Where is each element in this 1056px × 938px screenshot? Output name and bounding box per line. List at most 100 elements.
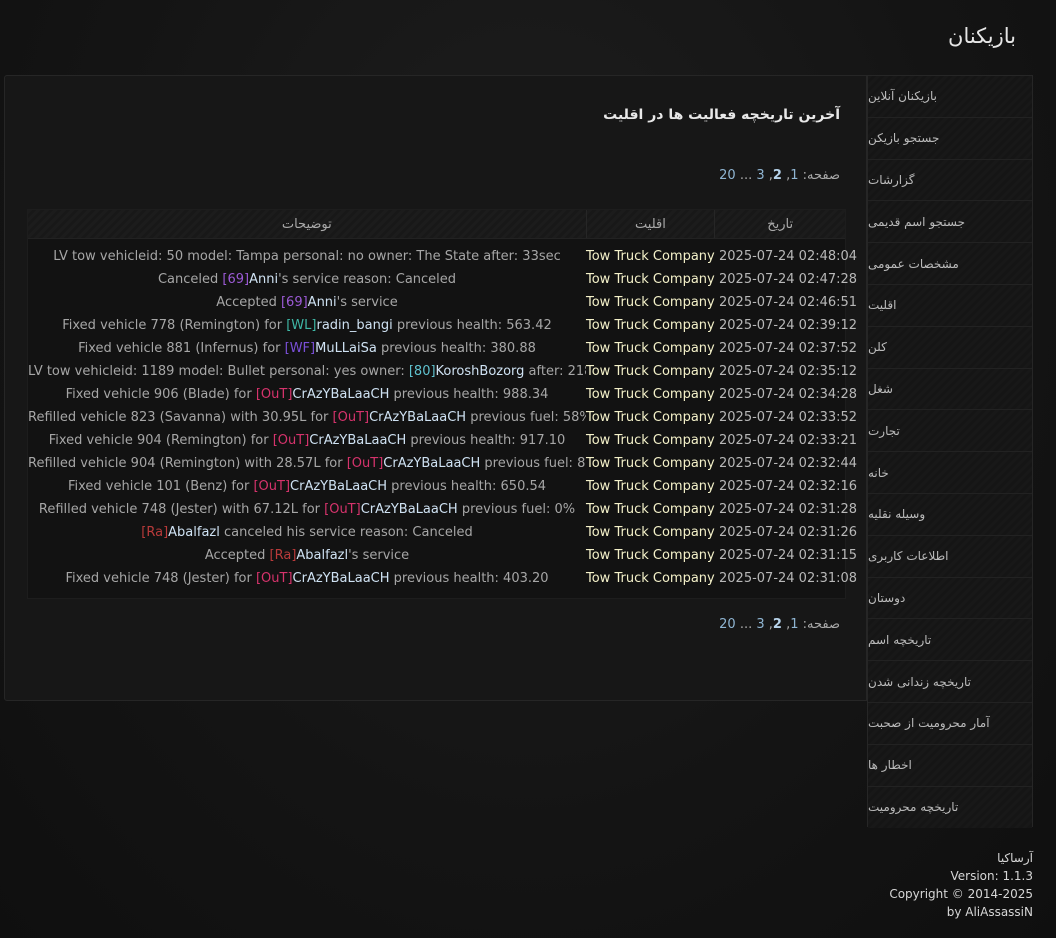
table-row: LV tow vehicleid: 50 model: Tampa person…: [28, 245, 857, 268]
player-tag-segment: [69]: [280, 295, 308, 310]
footer-brand: آرساکیا: [997, 851, 1033, 865]
sidebar-item-14[interactable]: تاریخچه اسم: [868, 619, 1032, 662]
row-faction: Tow Truck Company: [586, 456, 715, 471]
sidebar-item-2[interactable]: جستجو بازیکن: [868, 117, 1032, 160]
header-faction: اقلیت: [587, 210, 716, 238]
row-faction: Tow Truck Company: [586, 502, 715, 517]
description-text: previous fuel: 0%: [457, 502, 576, 517]
page-link-2[interactable]: 2: [773, 617, 782, 632]
player-tag-segment: [WL]: [286, 318, 317, 333]
table-row: Canceled [69]Anni's service reason: Canc…: [28, 268, 858, 291]
main-panel: آخرین تاریخچه فعالیت ها در اقلیت صفحه: 1…: [4, 75, 867, 701]
sidebar-item-3[interactable]: گزارشات: [868, 159, 1032, 202]
sidebar-item-12[interactable]: اطلاعات کاربری: [868, 535, 1032, 578]
sidebar-item-18[interactable]: تاریخچه محرومیت: [868, 786, 1032, 829]
sidebar-item-16[interactable]: آمار محرومیت از صحبت: [868, 702, 1032, 745]
sidebar-item-7[interactable]: کلن: [868, 326, 1032, 369]
row-description: Fixed vehicle 906 (Blade) for [OuT]CrAzY…: [28, 387, 586, 402]
page-link-1[interactable]: 1: [790, 168, 798, 183]
sidebar-item-15[interactable]: تاریخچه زندانی شدن: [868, 661, 1032, 703]
row-date: 2025-07-24 02:32:16: [719, 479, 858, 494]
pagination-label: صفحه:: [798, 617, 840, 632]
row-faction: Tow Truck Company: [586, 525, 715, 540]
row-date: 2025-07-24 02:32:44: [719, 456, 858, 471]
pagination-separator: ,: [781, 168, 791, 183]
page-link-3[interactable]: 3: [756, 168, 764, 183]
row-faction: Tow Truck Company: [586, 548, 715, 563]
page-link-3[interactable]: 3: [756, 617, 764, 632]
description-text: canceled his service reason: Canceled: [219, 525, 473, 540]
section-heading: آخرین تاریخچه فعالیت ها در اقلیت: [603, 107, 840, 123]
player-tag-segment: [WF]: [284, 341, 316, 356]
sidebar-item-9[interactable]: تجارت: [868, 410, 1032, 453]
sidebar-item-1[interactable]: بازیکنان آنلاین: [868, 76, 1032, 118]
page-title: بازیکنان: [948, 24, 1016, 48]
description-text: Refilled vehicle 823 (Savanna) with 30.9…: [28, 410, 333, 425]
sidebar-item-11[interactable]: وسیله نقلیه: [868, 493, 1032, 536]
pagination-ellipsis: ...: [735, 617, 757, 632]
sidebar-item-10[interactable]: خانه: [868, 452, 1032, 494]
player-tag-segment: [69]: [222, 272, 250, 287]
description-text: LV tow vehicleid: 50 model: Tampa person…: [53, 249, 561, 264]
player-tag-segment: Anni: [249, 272, 279, 287]
table-row: Accepted [69]Anni's service Tow Truck Com…: [28, 291, 858, 314]
sidebar-item-13[interactable]: دوستان: [868, 577, 1032, 620]
description-text: 's service: [348, 548, 410, 563]
table-row: Fixed vehicle 881 (Infernus) for [WF]MuL…: [28, 337, 858, 360]
player-tag-segment: MuLLaiSa: [315, 341, 377, 356]
table-row: Refilled vehicle 748 (Jester) with 67.12…: [28, 498, 858, 521]
player-tag-segment: [OuT]: [332, 410, 370, 425]
page-link-1[interactable]: 1: [790, 617, 798, 632]
player-tag-segment: CrAzYBaLaaCH: [290, 479, 388, 494]
description-text: previous fuel: 85%: [484, 456, 586, 471]
row-description: Refilled vehicle 904 (Remington) with 28…: [28, 456, 586, 471]
table-row: Refilled vehicle 823 (Savanna) with 30.9…: [28, 406, 858, 429]
row-date: 2025-07-24 02:33:52: [719, 410, 858, 425]
row-description: Accepted [Ra]Abalfazl's service: [28, 548, 586, 563]
row-date: 2025-07-24 02:39:12: [719, 318, 858, 333]
page-link-20[interactable]: 20: [719, 617, 736, 632]
row-faction: Tow Truck Company: [586, 364, 715, 379]
row-date: 2025-07-24 02:31:28: [719, 502, 858, 517]
sidebar-item-8[interactable]: شغل: [868, 368, 1032, 411]
table-row: Fixed vehicle 906 (Blade) for [OuT]CrAzY…: [28, 383, 857, 406]
row-date: 2025-07-24 02:46:51: [719, 295, 858, 310]
description-text: Fixed vehicle 778 (Remington) for: [62, 318, 287, 333]
pagination-top: صفحه: 1, 2, 3 ... 20: [719, 168, 840, 183]
row-faction: Tow Truck Company: [586, 571, 715, 586]
description-text: Refilled vehicle 904 (Remington) with 28…: [28, 456, 347, 471]
pagination-label: صفحه:: [798, 168, 840, 183]
row-description: Fixed vehicle 904 (Remington) for [OuT]C…: [28, 433, 586, 448]
header-description: توضیحات: [28, 210, 587, 238]
row-faction: Tow Truck Company: [586, 341, 715, 356]
page-link-2[interactable]: 2: [773, 168, 782, 183]
sidebar-item-4[interactable]: جستجو اسم قدیمی: [868, 201, 1032, 244]
player-tag-segment: CrAzYBaLaaCH: [292, 387, 390, 402]
description-text: previous health: 650.54: [387, 479, 547, 494]
row-description: Fixed vehicle 881 (Infernus) for [WF]MuL…: [28, 341, 586, 356]
row-description: LV tow vehicleid: 50 model: Tampa person…: [28, 249, 586, 264]
page-link-20[interactable]: 20: [719, 168, 736, 183]
description-text: Accepted: [216, 295, 281, 310]
description-text: Fixed vehicle 906 (Blade) for: [65, 387, 256, 402]
player-tag-segment: CrAzYBaLaaCH: [292, 571, 390, 586]
player-tag-segment: [OuT]: [253, 479, 291, 494]
player-tag-segment: [OuT]: [255, 571, 293, 586]
player-tag-segment: [OuT]: [255, 387, 293, 402]
player-tag-segment: [80]: [408, 364, 436, 379]
row-date: 2025-07-24 02:37:52: [719, 341, 858, 356]
row-description: LV tow vehicleid: 1189 model: Bullet per…: [28, 364, 586, 379]
player-tag-segment: CrAzYBaLaaCH: [360, 502, 458, 517]
description-text: previous health: 563.42: [392, 318, 552, 333]
sidebar-item-5[interactable]: مشخصات عمومی: [868, 243, 1032, 285]
player-tag-segment: CrAzYBaLaaCH: [383, 456, 481, 471]
row-description: Accepted [69]Anni's service: [28, 295, 586, 310]
row-date: 2025-07-24 02:31:26: [719, 525, 858, 540]
description-text: previous health: 403.20: [389, 571, 549, 586]
table-row: Fixed vehicle 748 (Jester) for [OuT]CrAz…: [28, 567, 857, 590]
row-date: 2025-07-24 02:47:28: [719, 272, 858, 287]
description-text: Refilled vehicle 748 (Jester) with 67.12…: [38, 502, 325, 517]
row-faction: Tow Truck Company: [586, 433, 715, 448]
sidebar-item-6[interactable]: اقلیت: [868, 284, 1032, 327]
sidebar-item-17[interactable]: اخطار ها: [868, 744, 1032, 787]
